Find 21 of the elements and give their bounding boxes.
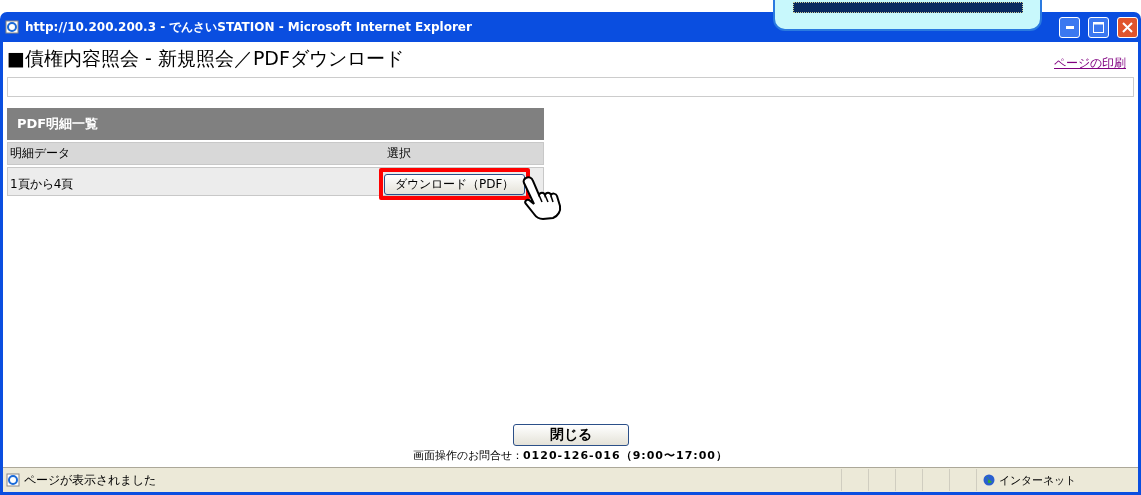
status-message: ページが表示されました [24, 471, 157, 489]
table-title: PDF明細一覧 [7, 108, 544, 140]
page-heading: ■債権内容照会 - 新規照会／PDFダウンロード [7, 46, 404, 71]
zone-label: インターネット [999, 472, 1076, 488]
close-icon [1122, 21, 1133, 33]
window-title: http://10.200.200.3 - でんさいSTATION - Microsoft Internet Explorer [25, 18, 473, 36]
maximize-icon [1093, 21, 1104, 33]
contact-text: 画面操作のお問合せ：0120-126-016（9:00〜17:00） [412, 448, 728, 463]
browser-icon [5, 20, 19, 34]
maximize-button[interactable] [1088, 16, 1109, 38]
globe-icon [983, 474, 995, 486]
print-link[interactable]: ページの印刷 [1054, 55, 1126, 72]
page-icon [6, 473, 20, 487]
table-cell-text: 1頁から4頁 [9, 175, 75, 193]
download-button[interactable]: ダウンロード（PDF） [384, 174, 526, 195]
minimize-button[interactable] [1059, 16, 1080, 38]
minimize-icon [1065, 25, 1074, 29]
close-button[interactable]: 閉じる [512, 424, 629, 446]
column-header: 選択 [386, 145, 412, 162]
close-window-button[interactable] [1117, 16, 1138, 38]
column-header: 明細データ [9, 145, 71, 162]
